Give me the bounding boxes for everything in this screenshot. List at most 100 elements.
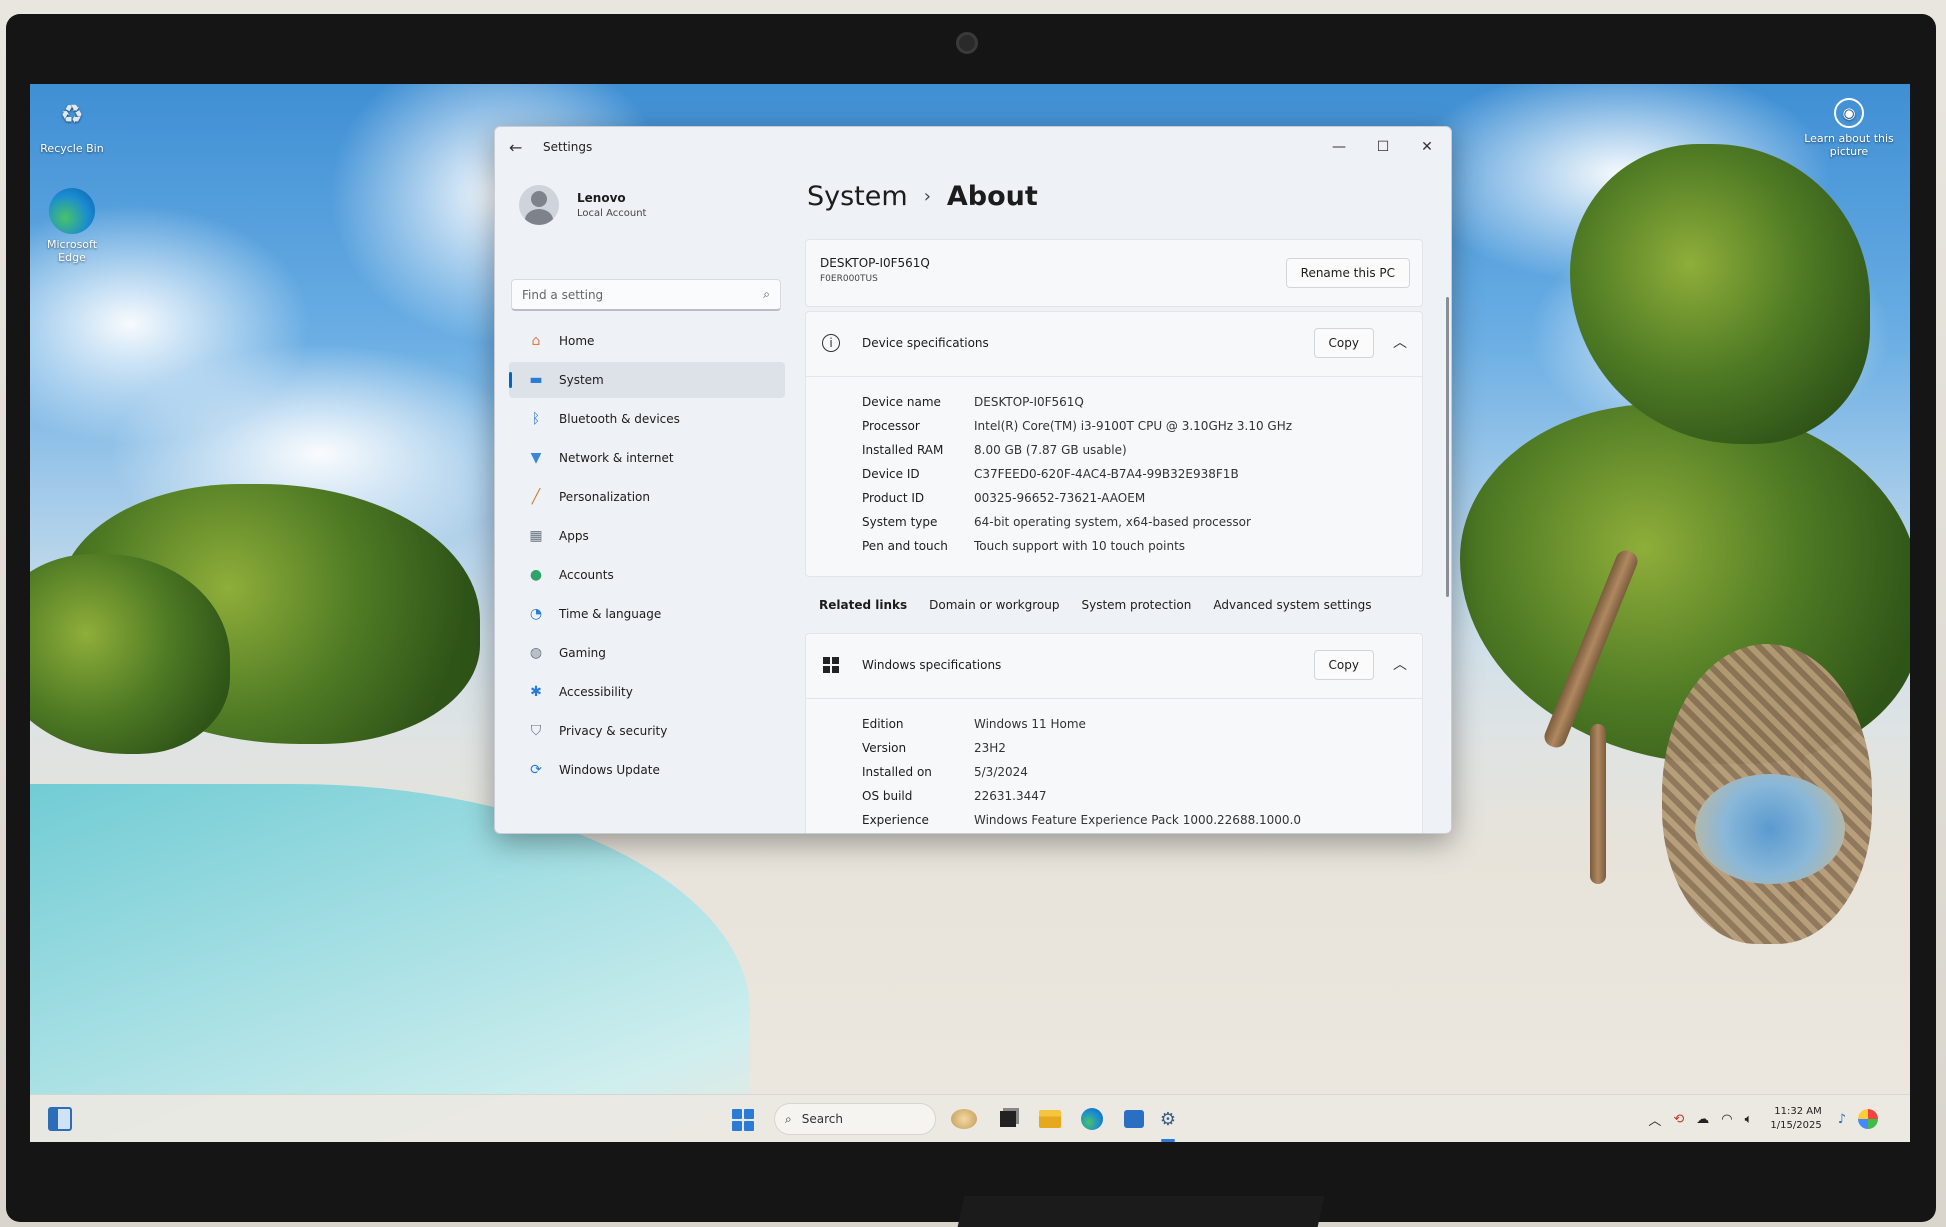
file-explorer-icon[interactable] [1036,1105,1064,1133]
sync-icon[interactable]: ⟲ [1673,1112,1684,1127]
sidebar-item-label: Apps [559,529,589,543]
spec-row: Processor Intel(R) Core(TM) i3-9100T CPU… [862,419,1292,433]
monitor-bezel: ♻ Recycle Bin Microsoft Edge ◉ Learn abo… [6,14,1936,1222]
learn-label: Learn about this picture [1804,132,1894,158]
sidebar-item-label: Windows Update [559,763,660,777]
system-tray: ︿ ⟲ ☁ ◠ 🔈︎ 11:32 AM 1/15/2025 ♪ [1642,1101,1884,1137]
rename-pc-button[interactable]: Rename this PC [1285,258,1410,288]
sidebar: Lenovo Local Account ⌕ ⌂ Home [495,167,795,833]
settings-window: ← Settings — ☐ ✕ Lenovo Local Account Fi… [494,126,1452,834]
spec-value: 23H2 [974,741,1006,755]
breadcrumb: System › About [807,181,1038,212]
spec-row: Installed RAM 8.00 GB (7.87 GB usable) [862,443,1127,457]
sidebar-item-personalization[interactable]: ╱ Personalization [509,479,785,515]
apps-icon: ▦ [529,528,543,544]
copilot-tray-icon[interactable] [1858,1109,1878,1129]
spec-row: Pen and touch Touch support with 10 touc… [862,539,1185,553]
avatar [519,185,559,225]
sidebar-item-label: Accounts [559,568,614,582]
shield-icon: ⛉ [530,723,542,739]
sidebar-item-label: Accessibility [559,685,633,699]
spec-label: Version [862,741,907,755]
settings-gear-icon[interactable]: ⚙ [1154,1105,1182,1133]
spec-row: Device name DESKTOP-I0F561Q [862,395,1084,409]
sidebar-item-privacy[interactable]: ⛉ Privacy & security [509,713,785,749]
sidebar-item-network[interactable]: ▼ Network & internet [509,440,785,476]
breadcrumb-parent[interactable]: System [807,181,908,212]
search-input[interactable] [522,287,764,302]
edge-icon[interactable] [1078,1105,1106,1133]
copy-device-specs-button[interactable]: Copy [1313,328,1374,358]
home-icon: ⌂ [531,333,541,349]
spec-value: 64-bit operating system, x64-based proce… [974,515,1251,529]
sidebar-item-time-language[interactable]: ◔ Time & language [509,596,785,632]
system-protection-link[interactable]: System protection [1081,598,1191,612]
sidebar-item-apps[interactable]: ▦ Apps [509,518,785,554]
desktop-icon-recycle-bin[interactable]: ♻ Recycle Bin [32,92,112,155]
learn-about-picture[interactable]: ◉ Learn about this picture [1804,98,1894,158]
related-links: Related links Domain or workgroup System… [805,585,1423,625]
back-button[interactable]: ← [509,138,535,157]
system-icon: ▬ [529,372,543,388]
widgets-icon[interactable] [48,1107,72,1131]
copy-windows-specs-button[interactable]: Copy [1313,650,1374,680]
spec-row: Product ID 00325-96652-73621-AAOEM [862,491,1145,505]
brush-icon: ╱ [531,489,541,505]
spec-value: C37FEED0-620F-4AC4-B7A4-99B32E938F1B [974,467,1239,481]
domain-workgroup-link[interactable]: Domain or workgroup [929,598,1059,612]
desktop-icon-edge[interactable]: Microsoft Edge [32,188,112,264]
spec-row: Version 23H2 [862,741,1006,755]
sidebar-item-label: Time & language [559,607,662,621]
windows-specs-card: Windows specifications Copy ︿ Edition Wi… [805,633,1423,833]
close-button[interactable]: ✕ [1405,133,1449,161]
copilot-icon[interactable] [950,1105,978,1133]
store-icon[interactable] [1120,1105,1148,1133]
profile-subtitle: Local Account [577,208,647,219]
profile-name: Lenovo [577,191,626,205]
taskbar-search[interactable]: ⌕ Search [774,1103,936,1135]
search-box: ⌕ [511,279,781,311]
sidebar-item-label: Privacy & security [559,724,668,738]
pc-model: F0ER000TUS [820,274,878,284]
advanced-system-settings-link[interactable]: Advanced system settings [1213,598,1371,612]
desktop-icon-label: Recycle Bin [40,142,104,155]
chevron-up-icon[interactable]: ︿ [1390,654,1410,674]
spec-value: Intel(R) Core(TM) i3-9100T CPU @ 3.10GHz… [974,419,1293,433]
spec-value: Touch support with 10 touch points [974,539,1186,553]
sidebar-item-bluetooth[interactable]: ᛒ Bluetooth & devices [509,401,785,437]
user-profile[interactable]: Lenovo Local Account [519,185,646,225]
pc-name: DESKTOP-I0F561Q [820,256,930,270]
sidebar-item-accessibility[interactable]: ✱ Accessibility [509,674,785,710]
sidebar-item-label: Personalization [559,490,650,504]
scrollbar[interactable] [1446,297,1449,597]
search-icon[interactable]: ⌕ [763,287,770,302]
spec-label: OS build [862,789,913,803]
pc-name-card: DESKTOP-I0F561Q F0ER000TUS Rename this P… [805,239,1423,307]
chevron-up-icon[interactable]: ︿ [1648,1110,1661,1129]
spec-value: 5/3/2024 [974,765,1028,779]
sidebar-item-label: Home [559,334,595,348]
sidebar-item-system[interactable]: ▬ System [509,362,785,398]
spec-value: Windows 11 Home [974,717,1086,731]
maximize-button[interactable]: ☐ [1361,133,1405,161]
chevron-up-icon[interactable]: ︿ [1390,332,1410,352]
sidebar-item-gaming[interactable]: ◍ Gaming [509,635,785,671]
sidebar-item-windows-update[interactable]: ⟳ Windows Update [509,752,785,788]
spec-value: 00325-96652-73621-AAOEM [974,491,1146,505]
wifi-icon[interactable]: ◠ [1721,1112,1732,1127]
notification-bell-icon[interactable]: ♪ [1838,1112,1846,1127]
start-button[interactable] [732,1109,754,1131]
task-view-icon[interactable] [994,1105,1022,1133]
sidebar-item-label: Bluetooth & devices [559,412,680,426]
desktop-icon-label: Microsoft Edge [46,238,98,264]
spec-label: Device ID [862,467,920,481]
clock[interactable]: 11:32 AM 1/15/2025 [1770,1105,1821,1133]
active-app-indicator [1161,1139,1175,1142]
cloud-icon[interactable]: ☁ [1696,1112,1709,1127]
info-icon: i [822,334,840,352]
gamepad-icon: ◍ [529,645,543,661]
sidebar-item-accounts[interactable]: ● Accounts [509,557,785,593]
volume-icon[interactable]: 🔈︎ [1745,1112,1753,1127]
sidebar-item-home[interactable]: ⌂ Home [509,323,785,359]
minimize-button[interactable]: — [1317,133,1361,161]
